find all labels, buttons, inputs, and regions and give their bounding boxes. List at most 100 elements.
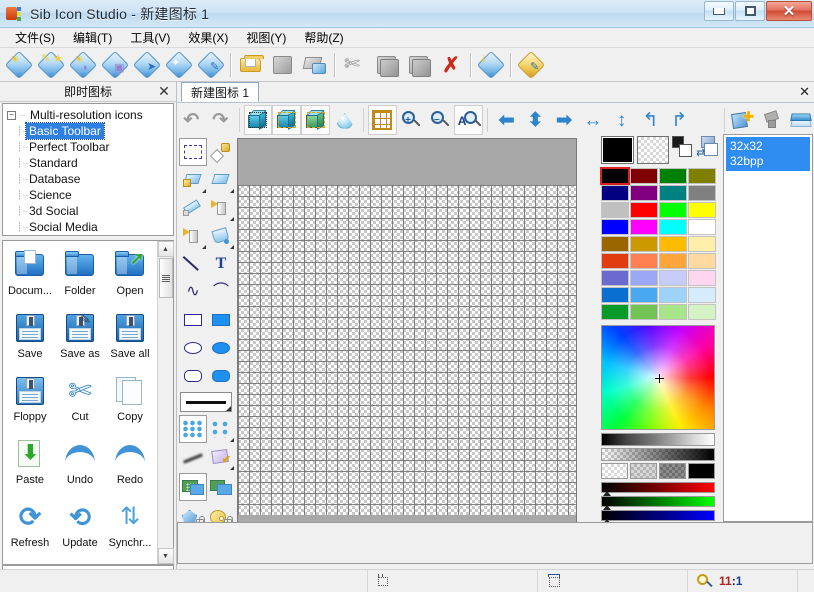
list-item[interactable]: ⟳ Refresh xyxy=(5,497,55,560)
color-swatch[interactable] xyxy=(601,287,629,303)
color-swatch[interactable] xyxy=(630,185,658,201)
copy-button[interactable] xyxy=(371,50,403,80)
line-tool[interactable] xyxy=(179,250,207,278)
background-transparent-swatch[interactable] xyxy=(636,136,670,164)
foreground-color-swatch[interactable] xyxy=(601,136,634,164)
scroll-up-icon[interactable]: ▲ xyxy=(157,241,174,257)
color-swatch[interactable] xyxy=(659,236,687,252)
new-icon-from-image-button[interactable]: ☀ ◗ xyxy=(67,50,99,80)
close-icon[interactable]: ✕ xyxy=(156,83,172,99)
blue-channel-slider[interactable] xyxy=(601,510,715,524)
tree-item-3d-social[interactable]: ┊·· 3d Social xyxy=(17,203,173,219)
open-button[interactable] xyxy=(235,50,267,80)
color-swatch[interactable] xyxy=(688,168,716,184)
tree-item-social-media[interactable]: ┊·· Social Media xyxy=(17,219,173,235)
foreground-background-icon[interactable] xyxy=(672,136,693,160)
cut-button[interactable]: ✄ xyxy=(339,50,371,80)
new-icon-button[interactable]: ☀ xyxy=(3,50,35,80)
shift-right-button[interactable]: ➡ xyxy=(550,105,579,135)
color-swatch[interactable] xyxy=(630,202,658,218)
select-both-button[interactable] xyxy=(301,105,331,135)
transparent-background-tool[interactable] xyxy=(207,473,235,501)
close-button[interactable]: ✕ xyxy=(766,1,812,21)
tree-item-database[interactable]: ┊·· Database xyxy=(17,171,173,187)
eraser-tool[interactable] xyxy=(179,166,207,194)
alpha-preset-swatch[interactable] xyxy=(601,463,628,479)
paint-bucket-tool[interactable] xyxy=(207,222,235,250)
color-swatch-grid[interactable] xyxy=(599,166,721,322)
color-swatch[interactable] xyxy=(601,304,629,320)
swap-colors-icon[interactable]: ⇄ xyxy=(696,136,719,160)
menu-view[interactable]: 视图(Y) xyxy=(237,27,295,48)
rounded-rect-filled-tool[interactable] xyxy=(207,362,235,390)
zoom-level-cell[interactable]: 11:1 xyxy=(688,569,798,592)
color-swatch[interactable] xyxy=(659,287,687,303)
color-swatch[interactable] xyxy=(630,253,658,269)
color-swatch[interactable] xyxy=(630,236,658,252)
effects-tool[interactable]: ✔ xyxy=(207,443,235,471)
alpha-preset-swatch[interactable] xyxy=(659,463,686,479)
color-swatch[interactable] xyxy=(688,253,716,269)
color-swatch[interactable] xyxy=(600,167,630,185)
scroll-down-icon[interactable]: ▼ xyxy=(157,548,174,564)
smudge-tool[interactable] xyxy=(179,443,207,471)
color-swatch[interactable] xyxy=(688,270,716,286)
color-swatch[interactable] xyxy=(659,168,687,184)
color-swatch[interactable] xyxy=(601,219,629,235)
color-swatch[interactable] xyxy=(601,185,629,201)
new-animated-icon-button[interactable]: ✦ xyxy=(163,50,195,80)
list-item[interactable]: ➚ Open xyxy=(105,245,155,308)
canvas-viewport[interactable] xyxy=(237,138,577,562)
color-swatch[interactable] xyxy=(601,253,629,269)
color-swatch[interactable] xyxy=(688,185,716,201)
actual-size-button[interactable]: A xyxy=(454,105,484,135)
save-button[interactable] xyxy=(267,50,299,80)
text-tool[interactable]: T xyxy=(207,250,235,278)
tree-item-basic-toolbar[interactable]: ┊·· Basic Toolbar xyxy=(17,122,173,140)
close-icon[interactable]: ✕ xyxy=(799,84,810,100)
toggle-grid-button[interactable] xyxy=(367,105,397,135)
color-swatch[interactable] xyxy=(601,270,629,286)
ellipse-outline-tool[interactable] xyxy=(179,334,207,362)
color-swatch[interactable] xyxy=(659,219,687,235)
color-swatch[interactable] xyxy=(688,219,716,235)
add-image-format-button[interactable]: ✚ xyxy=(729,105,758,135)
alpha-preset-swatch[interactable] xyxy=(688,463,715,479)
color-swatch[interactable] xyxy=(688,236,716,252)
color-swatch[interactable] xyxy=(688,304,716,320)
color-swatch[interactable] xyxy=(630,219,658,235)
pencil-tool[interactable] xyxy=(179,194,207,222)
list-item[interactable]: 32x32 32bpp xyxy=(726,137,810,171)
layers-button[interactable] xyxy=(786,105,814,135)
flip-horizontal-button[interactable]: ↔ xyxy=(578,105,607,135)
delete-button[interactable]: ✗ xyxy=(435,50,467,80)
opaque-background-tool[interactable] xyxy=(179,473,207,501)
rotate-left-button[interactable]: ↰ xyxy=(636,105,665,135)
rectangular-select-tool[interactable] xyxy=(179,138,207,166)
color-swatch[interactable] xyxy=(659,304,687,320)
zoom-in-button[interactable]: + xyxy=(397,105,426,135)
ellipse-filled-tool[interactable] xyxy=(207,334,235,362)
select-image-button[interactable] xyxy=(243,105,273,135)
new-icon-library-button[interactable]: ✎ xyxy=(195,50,227,80)
color-swatch[interactable] xyxy=(630,304,658,320)
print-button[interactable] xyxy=(299,50,331,80)
menu-help[interactable]: 帮助(Z) xyxy=(295,27,352,48)
options-button[interactable]: ✎ xyxy=(515,50,547,80)
fill-eraser-tool[interactable] xyxy=(207,166,235,194)
tree-item-perfect-toolbar[interactable]: ┊·· Perfect Toolbar xyxy=(17,139,173,155)
scrollbar-track[interactable] xyxy=(158,298,174,548)
color-swatch[interactable] xyxy=(659,253,687,269)
list-item[interactable]: Save all xyxy=(105,308,155,371)
icon-canvas[interactable] xyxy=(238,185,576,515)
arc-tool[interactable]: ⌒ xyxy=(207,278,235,306)
flip-vertical-button[interactable]: ↕ xyxy=(607,105,636,135)
minimize-button[interactable] xyxy=(704,1,734,21)
paste-button[interactable] xyxy=(403,50,435,80)
rectangle-outline-tool[interactable] xyxy=(179,306,207,334)
icon-grid-scrollbar[interactable]: ▲ ▼ xyxy=(157,241,174,564)
color-swatch[interactable] xyxy=(630,168,658,184)
import-button[interactable]: ⤓ xyxy=(475,50,507,80)
tree-item-standard[interactable]: ┊·· Standard xyxy=(17,155,173,171)
color-swatch[interactable] xyxy=(630,270,658,286)
